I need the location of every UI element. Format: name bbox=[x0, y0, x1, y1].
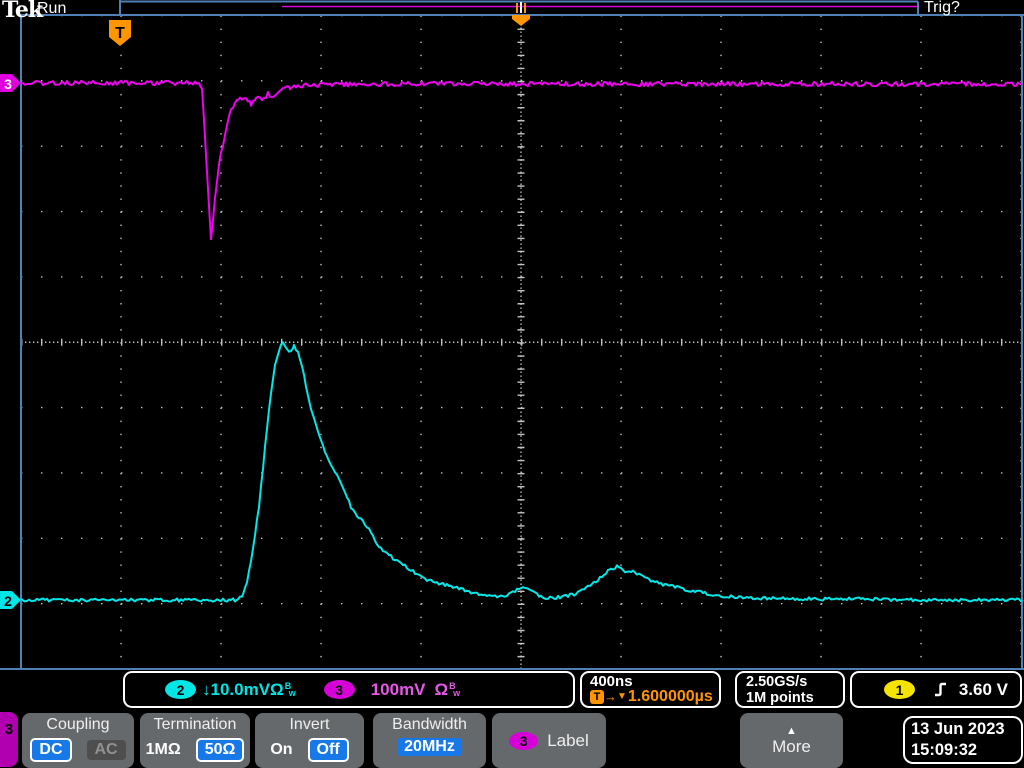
datetime-display: 13 Jun 2023 15:09:32 bbox=[903, 716, 1023, 764]
coupling-dc-option[interactable]: DC bbox=[30, 738, 72, 762]
graticule-display: T 3 2 bbox=[0, 0, 1024, 670]
expansion-marker-icon: ▼ bbox=[617, 691, 627, 702]
ch3-scale: 100mV bbox=[370, 679, 426, 699]
chevron-up-icon: ▲ bbox=[786, 724, 797, 737]
coupling-button[interactable]: Coupling DC AC bbox=[22, 713, 134, 768]
time-text: 15:09:32 bbox=[911, 741, 978, 759]
ch3-badge: 3 bbox=[323, 680, 355, 699]
ch2-scale: 10.0mV bbox=[210, 679, 271, 699]
label-button[interactable]: 3 Label bbox=[492, 713, 606, 768]
record-length: 1M points bbox=[746, 689, 814, 706]
rising-edge-icon bbox=[935, 682, 946, 697]
termination-button[interactable]: Termination 1MΩ 50Ω bbox=[140, 713, 250, 768]
ch2-invert-arrow-icon: ↓ bbox=[202, 679, 211, 699]
label-text: Label bbox=[547, 730, 589, 750]
channel-readouts-box[interactable]: 2 ↓ 10.0mV Ω Bw 3 100mV Ω Bw bbox=[123, 671, 575, 708]
bandwidth-value[interactable]: 20MHz bbox=[398, 738, 461, 756]
sample-rate: 2.50GS/s bbox=[746, 673, 808, 690]
more-button[interactable]: ▲ More bbox=[740, 713, 843, 768]
horizontal-readout-box[interactable]: 400ns T → ▼ 1.600000µs bbox=[580, 671, 721, 708]
bandwidth-title: Bandwidth bbox=[392, 716, 467, 733]
ch3-bandwidth-limit-icon: Bw bbox=[449, 681, 461, 698]
coupling-ac-option[interactable]: AC bbox=[86, 740, 126, 760]
date-text: 13 Jun 2023 bbox=[911, 720, 1005, 738]
invert-on-option[interactable]: On bbox=[270, 741, 292, 759]
termination-title: Termination bbox=[153, 716, 237, 733]
termination-1m-option[interactable]: 1MΩ bbox=[146, 741, 181, 759]
graticule-frame bbox=[0, 0, 1024, 670]
ch2-badge: 2 bbox=[165, 680, 196, 699]
trigger-level: 3.60 V bbox=[958, 679, 1008, 699]
oscilloscope-screen: T 3 2 Tek Run Trig? 2 ↓ 10.0mV Ω Bw 3 10… bbox=[0, 0, 1024, 768]
trigger-readout-box[interactable]: 1 3.60 V bbox=[850, 671, 1022, 708]
arrow-right-icon: → bbox=[604, 689, 617, 704]
svg-text:T: T bbox=[115, 25, 125, 42]
trigger-source-badge: 1 bbox=[884, 680, 915, 699]
invert-button[interactable]: Invert On Off bbox=[255, 713, 364, 768]
svg-text:3: 3 bbox=[4, 76, 12, 92]
termination-50-option[interactable]: 50Ω bbox=[195, 738, 245, 762]
ch2-ground-marker[interactable]: 2 bbox=[0, 591, 21, 609]
horizontal-delay: 1.600000µs bbox=[627, 688, 713, 705]
trigger-t-icon: T bbox=[590, 690, 604, 704]
trigger-status: Trig? bbox=[924, 0, 960, 16]
ch2-impedance: Ω bbox=[270, 679, 284, 699]
acquisition-status: Run bbox=[37, 0, 67, 17]
acquisition-readout-box[interactable]: 2.50GS/s 1M points bbox=[735, 671, 845, 708]
ch3-ground-marker[interactable]: 3 bbox=[0, 74, 21, 92]
bw-w: w bbox=[453, 687, 461, 698]
invert-title: Invert bbox=[289, 716, 330, 733]
bw-w: w bbox=[288, 687, 296, 698]
trigger-position-marker[interactable]: T bbox=[109, 20, 131, 46]
label-ch3-badge: 3 bbox=[509, 731, 539, 750]
graticule-grid bbox=[20, 14, 1022, 670]
svg-text:2: 2 bbox=[4, 593, 12, 609]
bandwidth-button[interactable]: Bandwidth 20MHz bbox=[373, 713, 486, 768]
ch2-bandwidth-limit-icon: Bw bbox=[285, 681, 296, 698]
more-text: More bbox=[772, 736, 811, 756]
timebase-scale: 400ns bbox=[590, 673, 633, 690]
invert-off-option[interactable]: Off bbox=[307, 738, 349, 762]
menu-channel-tab[interactable]: 3 bbox=[0, 712, 18, 767]
coupling-title: Coupling bbox=[46, 716, 110, 733]
ch3-impedance: Ω bbox=[434, 679, 449, 699]
